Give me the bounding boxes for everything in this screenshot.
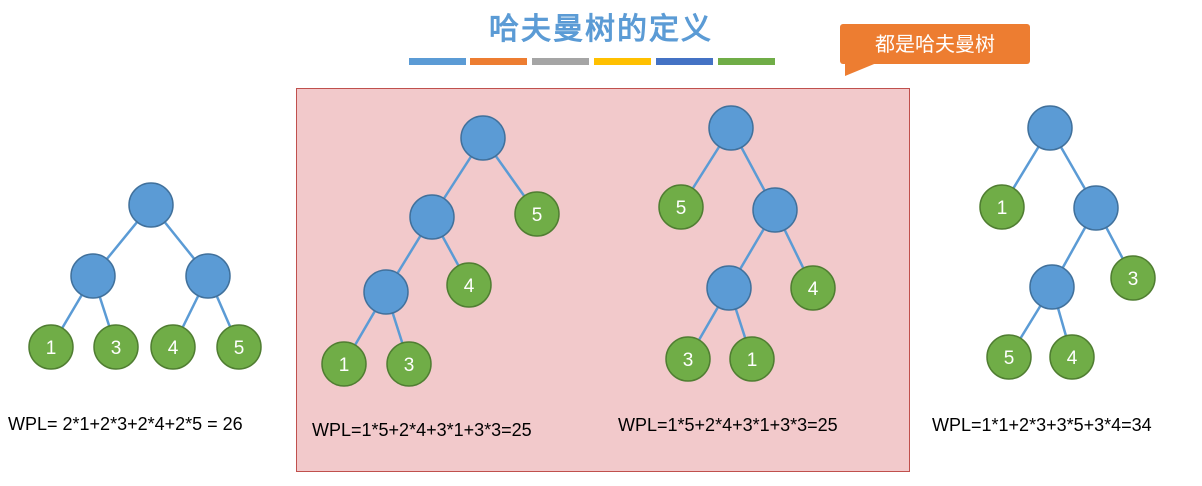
tree-3-leaf-label: 3 (683, 350, 694, 371)
tree-1-leaf-label: 3 (111, 338, 122, 359)
tree-3-internal-node (752, 187, 798, 233)
tree-4-leaf-label: 1 (997, 198, 1008, 219)
tree-2-internal-node (409, 194, 455, 240)
tree-2-leaf-label: 4 (464, 276, 475, 297)
tree-4-internal-node (1029, 264, 1075, 310)
tree-1-leaf-label: 4 (168, 338, 179, 359)
tree-nodes: 1 3 4 5 5 4 1 3 5 4 3 1 1 3 5 4 (28, 105, 1156, 387)
wpl-formula-tree-2: WPL=1*5+2*4+3*1+3*3=25 (312, 420, 532, 440)
tree-1-internal-node (70, 253, 116, 299)
tree-3-leaf-label: 4 (808, 279, 819, 300)
tree-3-leaf-label: 5 (676, 198, 687, 219)
tree-4-leaf-label: 4 (1067, 348, 1078, 369)
tree-2-leaf-label: 5 (532, 205, 543, 226)
tree-2-leaf-label: 1 (339, 355, 350, 376)
tree-1-internal-node (185, 253, 231, 299)
tree-edges (49, 127, 1135, 365)
tree-4-leaf-label: 3 (1128, 269, 1139, 290)
tree-2-internal-node (363, 269, 409, 315)
tree-1-leaf-label: 5 (234, 338, 245, 359)
wpl-formula-tree-4: WPL=1*1+2*3+3*5+3*4=34 (932, 415, 1152, 435)
tree-2-internal-node (460, 115, 506, 161)
tree-3-internal-node (708, 105, 754, 151)
wpl-formula-tree-1: WPL= 2*1+2*3+2*4+2*5 = 26 (8, 414, 243, 434)
tree-1-internal-node (128, 182, 174, 228)
tree-3-leaf-label: 1 (747, 350, 758, 371)
tree-4-internal-node (1073, 185, 1119, 231)
tree-1-leaf-label: 1 (46, 338, 57, 359)
wpl-formula-tree-3: WPL=1*5+2*4+3*1+3*3=25 (618, 415, 838, 435)
tree-3-internal-node (706, 265, 752, 311)
tree-2-leaf-label: 3 (404, 355, 415, 376)
tree-4-internal-node (1027, 105, 1073, 151)
tree-4-leaf-label: 5 (1004, 348, 1015, 369)
